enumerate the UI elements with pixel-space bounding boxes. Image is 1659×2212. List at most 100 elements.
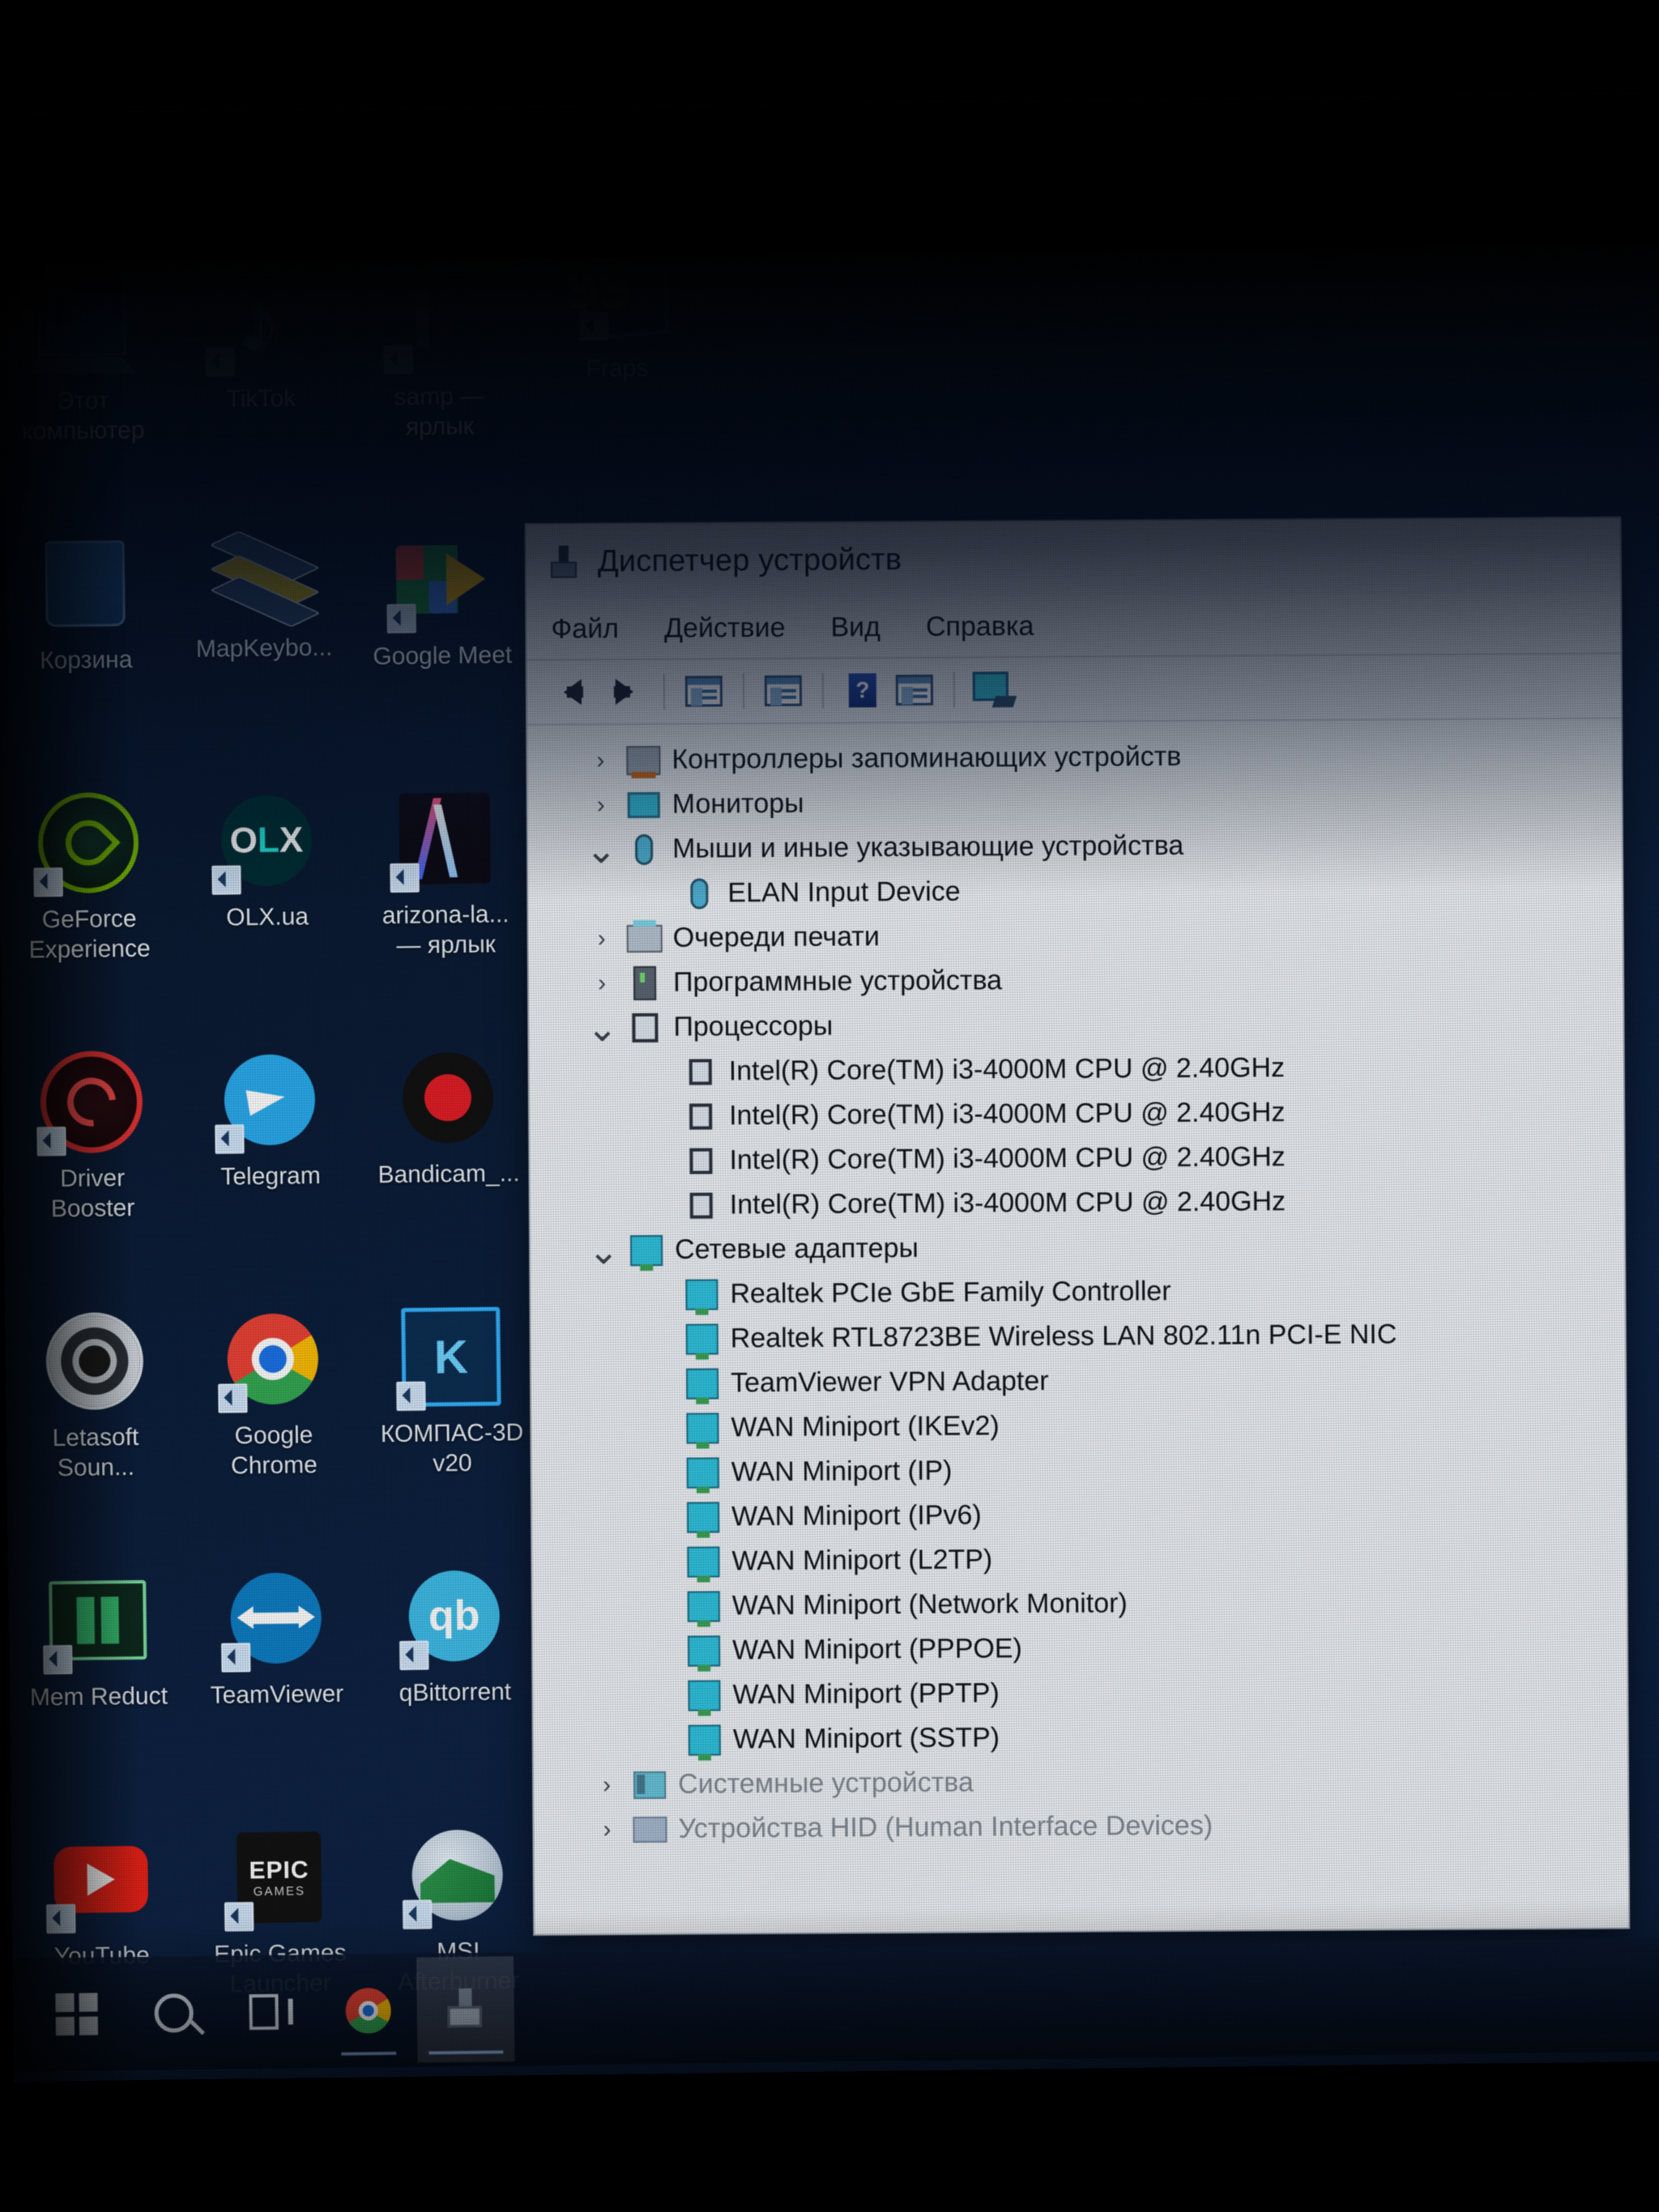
details-icon <box>764 675 802 707</box>
desktop-icon-geforce-experience[interactable]: GeForce Experience <box>0 783 180 1045</box>
chevron-down-icon[interactable]: ⌄ <box>578 828 624 872</box>
desktop-icon-label: arizona-la... — ярлык <box>382 901 510 959</box>
device-tree[interactable]: › Контроллеры запоминающих устройств › Мони… <box>527 718 1629 1929</box>
tree-node[interactable]: ›Intel(R) Core(TM) i3-4000M CPU @ 2.40GH… <box>530 1133 1623 1184</box>
network-icon <box>684 1724 725 1756</box>
tree-node[interactable]: ⌄ Сетевые адаптеры <box>531 1222 1624 1273</box>
window-title: Диспетчер устройств <box>597 542 902 578</box>
chrome-taskbar-button[interactable] <box>319 1958 418 2064</box>
msi-afterburner-icon <box>402 1822 510 1929</box>
tree-node[interactable]: ›WAN Miniport (SSTP) <box>534 1712 1627 1763</box>
network-icon <box>684 1634 724 1667</box>
desktop-icon-fraps[interactable]: 99 Fraps <box>527 249 708 510</box>
desktop-icon-olx[interactable]: OLX OLX.ua <box>177 782 358 1043</box>
desktop-icon-this-pc[interactable]: Этот компьютер <box>0 265 173 526</box>
tree-node[interactable]: ›WAN Miniport (PPPOE) <box>533 1623 1627 1674</box>
menu-item-view[interactable]: Вид <box>830 612 881 643</box>
tree-node[interactable]: ›TeamViewer VPN Adapter <box>531 1356 1625 1407</box>
chevron-right-icon[interactable]: › <box>579 970 625 997</box>
tree-node-label: ELAN Input Device <box>727 876 961 909</box>
scan-hardware-icon <box>972 671 1017 708</box>
desktop-icon-arizona[interactable]: arizona-la... — ярлык <box>355 779 536 1041</box>
tree-node[interactable]: › Мониторы <box>528 777 1622 828</box>
tree-node[interactable]: ›Realtek RTL8723BE Wireless LAN 802.11n … <box>531 1311 1625 1362</box>
desktop-icon-letasoft[interactable]: Letasoft Soun... <box>5 1302 186 1563</box>
network-icon <box>683 1545 723 1578</box>
shortcut-arrow-icon <box>205 347 235 377</box>
desktop-icon-mem-reduct[interactable]: Mem Reduct <box>8 1561 190 1822</box>
desktop-icon-recycle-bin[interactable]: Корзина <box>0 524 177 786</box>
chevron-right-icon[interactable]: › <box>579 925 625 953</box>
chevron-right-icon[interactable]: › <box>578 747 623 774</box>
back-button[interactable] <box>547 668 599 715</box>
device-manager-window[interactable]: Диспетчер устройств Файл Действие Вид Сп… <box>526 518 1629 1934</box>
desktop-icon-teamviewer[interactable]: TeamViewer <box>186 1558 368 1820</box>
properties-button[interactable] <box>757 667 809 714</box>
tree-node[interactable]: ›WAN Miniport (PPTP) <box>533 1668 1627 1719</box>
telegram-icon <box>215 1047 322 1154</box>
chevron-right-icon[interactable]: › <box>584 1771 629 1799</box>
tree-node[interactable]: ›WAN Miniport (L2TP) <box>532 1534 1626 1585</box>
desktop-icon-label: TeamViewer <box>210 1680 344 1709</box>
menu-item-action[interactable]: Действие <box>664 612 786 644</box>
chevron-right-icon[interactable]: › <box>584 1816 629 1843</box>
tree-node-label: Realtek PCIe GbE Family Controller <box>730 1276 1171 1310</box>
device-manager-taskbar-button[interactable] <box>416 1956 515 2063</box>
task-view-button[interactable] <box>222 1958 321 2065</box>
search-icon <box>154 1993 194 2033</box>
chevron-down-icon[interactable]: ⌄ <box>581 1229 626 1272</box>
chevron-right-icon[interactable]: › <box>578 791 624 819</box>
recycle-bin-icon <box>32 531 138 637</box>
desktop-icon-kompas-3d[interactable]: K КОМПАС-3D v20 <box>361 1298 543 1559</box>
tree-node[interactable]: › Контроллеры запоминающих устройств <box>527 732 1621 783</box>
tree-node[interactable]: ›Intel(R) Core(TM) i3-4000M CPU @ 2.40GH… <box>530 1044 1623 1095</box>
network-icon <box>681 1278 722 1311</box>
tree-node[interactable]: ›ELAN Input Device <box>528 866 1622 917</box>
tree-node[interactable]: ›WAN Miniport (IP) <box>532 1445 1626 1496</box>
desktop-icon-samp[interactable]: samp — ярлык <box>348 261 530 522</box>
tree-node[interactable]: ›Realtek PCIe GbE Family Controller <box>531 1267 1624 1318</box>
desktop-icon-mapkeyboard[interactable]: MapKeybo... <box>173 522 355 784</box>
desktop-icon-driver-booster[interactable]: Driver Booster <box>2 1042 183 1304</box>
tree-node[interactable]: ›Intel(R) Core(TM) i3-4000M CPU @ 2.40GH… <box>531 1178 1624 1229</box>
shortcut-arrow-icon <box>46 1903 76 1934</box>
mouse-icon <box>679 877 719 910</box>
desktop-icon-bandicam[interactable]: Bandicam_... <box>358 1038 539 1300</box>
task-view-icon <box>249 1993 293 2031</box>
tree-node[interactable]: ⌄ Мыши и иные указывающие устройства <box>528 821 1622 872</box>
tree-node[interactable]: › Системные устройства <box>534 1757 1627 1808</box>
shortcut-arrow-icon <box>43 1644 73 1675</box>
desktop-icon-qbittorrent[interactable]: qb qBittorrent <box>365 1557 546 1818</box>
tree-node[interactable]: ›WAN Miniport (IKEv2) <box>531 1400 1625 1451</box>
tree-node[interactable]: ›WAN Miniport (IPv6) <box>532 1490 1626 1541</box>
windows-logo-icon <box>55 1993 98 2036</box>
forward-button[interactable] <box>599 668 650 715</box>
desktop-icon-label: MapKeybo... <box>195 633 333 663</box>
tree-node[interactable]: › Устройства HID (Human Interface Devices… <box>534 1801 1627 1852</box>
chevron-down-icon[interactable]: ⌄ <box>579 1006 625 1050</box>
start-button[interactable] <box>28 1961 126 2067</box>
scan-hardware-button[interactable] <box>968 666 1020 713</box>
menu-item-file[interactable]: Файл <box>551 613 619 646</box>
menu-item-help[interactable]: Справка <box>926 611 1034 643</box>
tree-node[interactable]: ⌄ Процессоры <box>529 999 1623 1051</box>
tree-node[interactable]: › Очереди печати <box>529 910 1623 961</box>
update-driver-button[interactable] <box>889 667 940 714</box>
desktop-icon-google-meet[interactable]: Google Meet <box>352 520 533 782</box>
cpu-icon <box>680 1100 721 1132</box>
qbittorrent-icon: qb <box>399 1563 507 1670</box>
show-hide-tree-button[interactable] <box>678 667 730 714</box>
desktop-icon-telegram[interactable]: Telegram <box>180 1041 361 1302</box>
tree-node[interactable]: ›Intel(R) Core(TM) i3-4000M CPU @ 2.40GH… <box>530 1089 1623 1140</box>
desktop-icon-tiktok[interactable]: ♪ TikTok <box>170 263 352 525</box>
desktop-icon-google-chrome[interactable]: Google Chrome <box>183 1300 365 1562</box>
tree-node[interactable]: ›WAN Miniport (Network Monitor) <box>533 1579 1627 1630</box>
desktop-icon-row: Mem Reduct TeamViewer qb qBittorrent <box>8 1557 546 1822</box>
cpu-icon <box>680 1144 721 1177</box>
search-button[interactable] <box>125 1960 224 2066</box>
mapkeyboard-icon <box>209 529 322 628</box>
tree-node[interactable]: › Программные устройства <box>529 955 1623 1006</box>
shortcut-arrow-icon <box>396 1381 426 1411</box>
help-button[interactable]: ? <box>837 667 889 714</box>
shortcut-arrow-icon <box>390 863 420 893</box>
